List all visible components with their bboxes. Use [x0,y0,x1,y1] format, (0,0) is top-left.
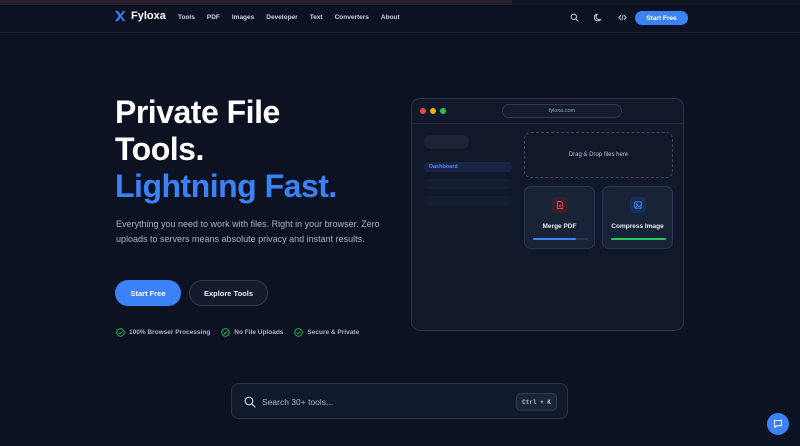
feature-item: No File Uploads [221,328,283,337]
card-label: Compress Image [611,223,664,230]
card-progress-bar [533,238,576,240]
nav-link-developer[interactable]: Developer [266,14,297,21]
start-free-button[interactable]: Start Free [115,280,181,306]
hero-title: Private File Tools. Lightning Fast. [115,94,337,205]
chat-icon [774,420,782,428]
feature-item: 100% Browser Processing [116,328,210,337]
window-divider [412,123,683,124]
hero-title-line1: Private File [115,94,280,130]
nav-links: Tools PDF Images Developer Text Converte… [178,14,412,21]
nav-link-text[interactable]: Text [310,14,323,21]
preview-sidebar-header [424,135,469,149]
hero-title-line2: Tools. [115,131,204,167]
nav-link-pdf[interactable]: PDF [207,14,220,21]
check-circle-icon [116,328,125,337]
minimize-dot [430,108,436,114]
start-free-nav-button[interactable]: Start Free [635,11,688,25]
close-dot [420,108,426,114]
moon-icon[interactable] [593,12,604,23]
nav-icons [569,12,628,23]
explore-tools-button[interactable]: Explore Tools [189,280,268,306]
check-circle-icon [294,328,304,337]
maximize-dot [440,108,446,114]
card-progress-track [611,238,666,240]
nav-link-converters[interactable]: Converters [335,14,369,21]
search-icon[interactable] [569,12,580,23]
hero-description: Everything you need to work with files. … [116,219,380,244]
preview-card-compress-image: Compress Image [602,186,673,249]
window-controls [420,108,446,114]
search-input[interactable] [262,393,462,411]
navbar: Fyloxa Tools PDF Images Developer Text C… [0,5,800,33]
keyboard-shortcut-badge: Ctrl + K [516,393,557,411]
card-label: Merge PDF [542,223,577,230]
search-icon [244,396,256,408]
nav-link-tools[interactable]: Tools [178,14,195,21]
code-icon[interactable] [617,12,628,23]
chat-button[interactable] [767,413,789,435]
preview-sidebar-item [424,179,512,189]
feature-label: 100% Browser Processing [129,329,211,336]
hero-title-highlight: Lightning Fast. [115,168,337,204]
feature-label: Secure & Private [307,329,360,336]
card-progress-track [533,238,588,240]
image-icon [630,197,646,213]
feature-list: 100% Browser Processing No File Uploads … [116,328,359,337]
feature-item: Secure & Private [294,328,359,337]
brand[interactable]: Fyloxa [114,10,166,22]
app-preview-window: fyloxa.com Dashboard Drag & Drop files h… [411,98,684,331]
preview-card-merge-pdf: Merge PDF [524,186,595,249]
card-progress-bar [611,238,666,240]
logo-icon [114,10,126,22]
preview-sidebar-item-dashboard: Dashboard [424,162,512,172]
url-bar: fyloxa.com [502,104,622,118]
tool-search-box[interactable]: Ctrl + K [231,383,568,419]
feature-label: No File Uploads [234,329,284,336]
brand-name: Fyloxa [131,10,166,22]
preview-sidebar-item [424,196,512,206]
pdf-file-icon [552,197,568,213]
preview-dropzone: Drag & Drop files here [524,132,673,178]
nav-link-about[interactable]: About [381,14,400,21]
nav-link-images[interactable]: Images [232,14,254,21]
check-circle-icon [221,328,231,337]
